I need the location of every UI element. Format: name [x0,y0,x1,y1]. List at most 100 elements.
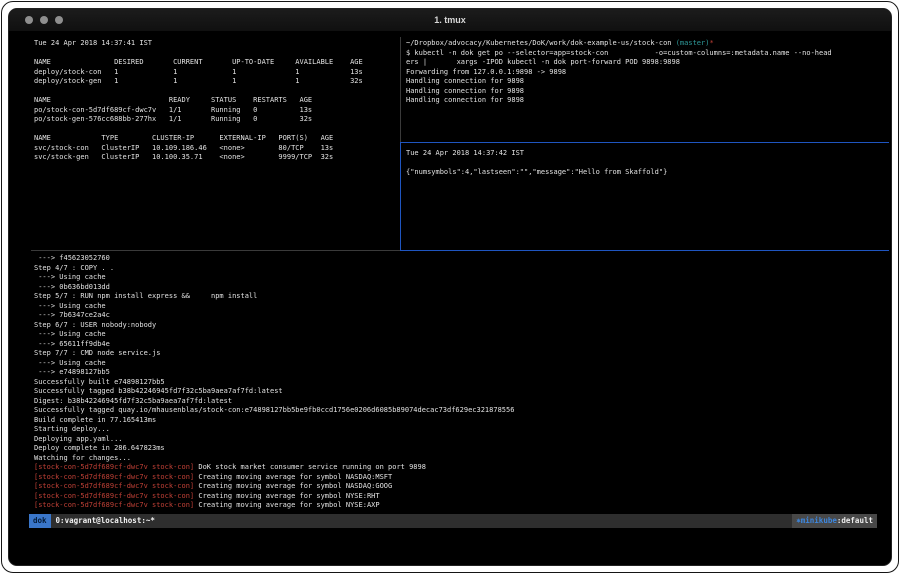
pane-divider-vertical-active[interactable] [400,142,401,250]
terminal-text: Creating moving average for symbol NYSE:… [194,492,379,500]
window-list-item[interactable]: 0:vagrant@localhost:~* [56,514,155,528]
terminal-text: {"numsymbols":4,"lastseen":"","message":… [406,168,667,176]
terminal-text: ---> f45623052760 [34,254,110,262]
terminal-line: ~/Dropbox/advocacy/Kubernetes/DoK/work/d… [406,39,892,49]
terminal-line: [stock-con-5d7df689cf-dwc7v stock-con] C… [34,492,890,502]
pane-skaffold-build-log[interactable]: ---> f45623052760Step 4/7 : COPY . . ---… [34,254,890,511]
terminal-text: NAME TYPE CLUSTER-IP EXTERNAL-IP PORT(S)… [34,134,333,142]
terminal-line: po/stock-gen-576cc688bb-277hx 1/1 Runnin… [34,115,398,125]
terminal-text: deploy/stock-con 1 1 1 1 13s [34,68,363,76]
terminal-line: NAME TYPE CLUSTER-IP EXTERNAL-IP PORT(S)… [34,134,398,144]
pane-divider-vertical-inactive[interactable] [400,37,401,142]
terminal-line: ers | xargs -IPOD kubectl -n dok port-fo… [406,58,892,68]
title-bar[interactable]: 1. tmux [9,9,891,32]
terminal-line: Handling connection for 9898 [406,87,892,97]
session-name-badge: dok [29,514,51,528]
log-prefix: * [709,39,713,47]
pane-divider-horizontal-active-bottom[interactable] [400,250,889,251]
terminal-text: ---> 7b6347ce2a4c [34,311,110,319]
log-prefix: [stock-con-5d7df689cf-dwc7v stock-con] [34,482,194,490]
terminal-line: Successfully tagged quay.io/mhausenblas/… [34,406,890,416]
log-prefix: [stock-con-5d7df689cf-dwc7v stock-con] [34,501,194,509]
terminal-text: Handling connection for 9898 [406,77,524,85]
terminal-text: Digest: b38b42246945fd7f32c5ba9aea7af7fd… [34,397,232,405]
terminal-line: ---> 7b6347ce2a4c [34,311,890,321]
terminal-line [34,125,398,135]
terminal-line: Build complete in 77.165413ms [34,416,890,426]
kube-context-label: minikube [801,514,837,528]
terminal-text: Tue 24 Apr 2018 14:37:42 IST [406,149,524,157]
terminal-line: ---> 65611ff9db4e [34,340,890,350]
terminal-line: Watching for changes... [34,454,890,464]
terminal-line: NAME READY STATUS RESTARTS AGE [34,96,398,106]
window-title: 1. tmux [9,9,891,31]
terminal-text: deploy/stock-gen 1 1 1 1 32s [34,77,363,85]
terminal-line: ---> f45623052760 [34,254,890,264]
terminal-text: Successfully built e74898127bb5 [34,378,165,386]
log-prefix: [stock-con-5d7df689cf-dwc7v stock-con] [34,463,194,471]
terminal-line: Starting deploy... [34,425,890,435]
terminal-text: ---> 65611ff9db4e [34,340,110,348]
terminal-line: Digest: b38b42246945fd7f32c5ba9aea7af7fd… [34,397,890,407]
terminal-text: svc/stock-gen ClusterIP 10.100.35.71 <no… [34,153,333,161]
terminal-line: Deploying app.yaml... [34,435,890,445]
tmux-status-bar: dok 0:vagrant@localhost:~* ⎈ minikube :d… [29,514,877,528]
terminal-text: Creating moving average for symbol NYSE:… [194,501,379,509]
terminal-text: ---> Using cache [34,273,106,281]
terminal-line: ---> 0b636bd013dd [34,283,890,293]
terminal-line: {"numsymbols":4,"lastseen":"","message":… [406,168,892,178]
terminal-text: Build complete in 77.165413ms [34,416,156,424]
terminal-line [406,159,892,169]
log-prefix: [stock-con-5d7df689cf-dwc7v stock-con] [34,492,194,500]
terminal-text: Starting deploy... [34,425,110,433]
terminal-line: Step 6/7 : USER nobody:nobody [34,321,890,331]
kube-namespace-label: :default [837,514,873,528]
terminal-line: ---> Using cache [34,330,890,340]
terminal-text: Tue 24 Apr 2018 14:37:41 IST [34,39,152,47]
terminal-line: [stock-con-5d7df689cf-dwc7v stock-con] C… [34,473,890,483]
terminal-text: po/stock-gen-576cc688bb-277hx 1/1 Runnin… [34,115,312,123]
log-prefix: [stock-con-5d7df689cf-dwc7v stock-con] [34,473,194,481]
terminal-line: [stock-con-5d7df689cf-dwc7v stock-con] C… [34,482,890,492]
terminal-text: Handling connection for 9898 [406,87,524,95]
pane-divider-horizontal-inactive[interactable] [31,250,400,251]
terminal-line: Handling connection for 9898 [406,96,892,106]
terminal-text: ers | xargs -IPOD kubectl -n dok port-fo… [406,58,680,66]
terminal-text: ---> 0b636bd013dd [34,283,110,291]
terminal-line: Successfully built e74898127bb5 [34,378,890,388]
terminal-line: Forwarding from 127.0.0.1:9898 -> 9898 [406,68,892,78]
terminal-text: Forwarding from 127.0.0.1:9898 -> 9898 [406,68,566,76]
pane-port-forward[interactable]: ~/Dropbox/advocacy/Kubernetes/DoK/work/d… [406,39,892,106]
terminal-text: Watching for changes... [34,454,131,462]
terminal-line: Tue 24 Apr 2018 14:37:42 IST [406,149,892,159]
terminal-line: [stock-con-5d7df689cf-dwc7v stock-con] D… [34,463,890,473]
terminal-text: Step 7/7 : CMD node service.js [34,349,160,357]
terminal-line: svc/stock-con ClusterIP 10.109.186.46 <n… [34,144,398,154]
pane-kubectl-resources[interactable]: Tue 24 Apr 2018 14:37:41 IST NAME DESIRED… [34,39,398,163]
terminal-line: ---> Using cache [34,302,890,312]
terminal-window: 1. tmux Tue 24 Apr 2018 14:37:41 IST NAME… [8,8,892,566]
terminal-text: Handling connection for 9898 [406,96,524,104]
terminal-line: Tue 24 Apr 2018 14:37:41 IST [34,39,398,49]
terminal-text: Successfully tagged b38b42246945fd7f32c5… [34,387,283,395]
terminal-text: Successfully tagged quay.io/mhausenblas/… [34,406,514,414]
terminal-line: Deploy complete in 286.647823ms [34,444,890,454]
pane-service-response[interactable]: Tue 24 Apr 2018 14:37:42 IST {"numsymbols… [406,149,892,178]
terminal-line: Step 5/7 : RUN npm install express && np… [34,292,890,302]
terminal-line: [stock-con-5d7df689cf-dwc7v stock-con] C… [34,501,890,511]
status-right-segment: ⎈ minikube :default [792,514,877,528]
terminal-text: NAME DESIRED CURRENT UP-TO-DATE AVAILABL… [34,58,363,66]
terminal-line: Handling connection for 9898 [406,77,892,87]
terminal-text: Step 5/7 : RUN npm install express && np… [34,292,257,300]
terminal-line [34,49,398,59]
terminal-line: Successfully tagged b38b42246945fd7f32c5… [34,387,890,397]
terminal-text: ---> Using cache [34,302,106,310]
terminal-line: ---> Using cache [34,359,890,369]
tmux-terminal: Tue 24 Apr 2018 14:37:41 IST NAME DESIRED… [9,31,891,565]
terminal-text: ---> Using cache [34,330,106,338]
terminal-text: Deploy complete in 286.647823ms [34,444,165,452]
terminal-text: $ kubectl -n dok get po --selector=app=s… [406,49,832,57]
pane-divider-horizontal-active-top[interactable] [400,142,889,143]
terminal-line: ---> e74898127bb5 [34,368,890,378]
terminal-line: NAME DESIRED CURRENT UP-TO-DATE AVAILABL… [34,58,398,68]
